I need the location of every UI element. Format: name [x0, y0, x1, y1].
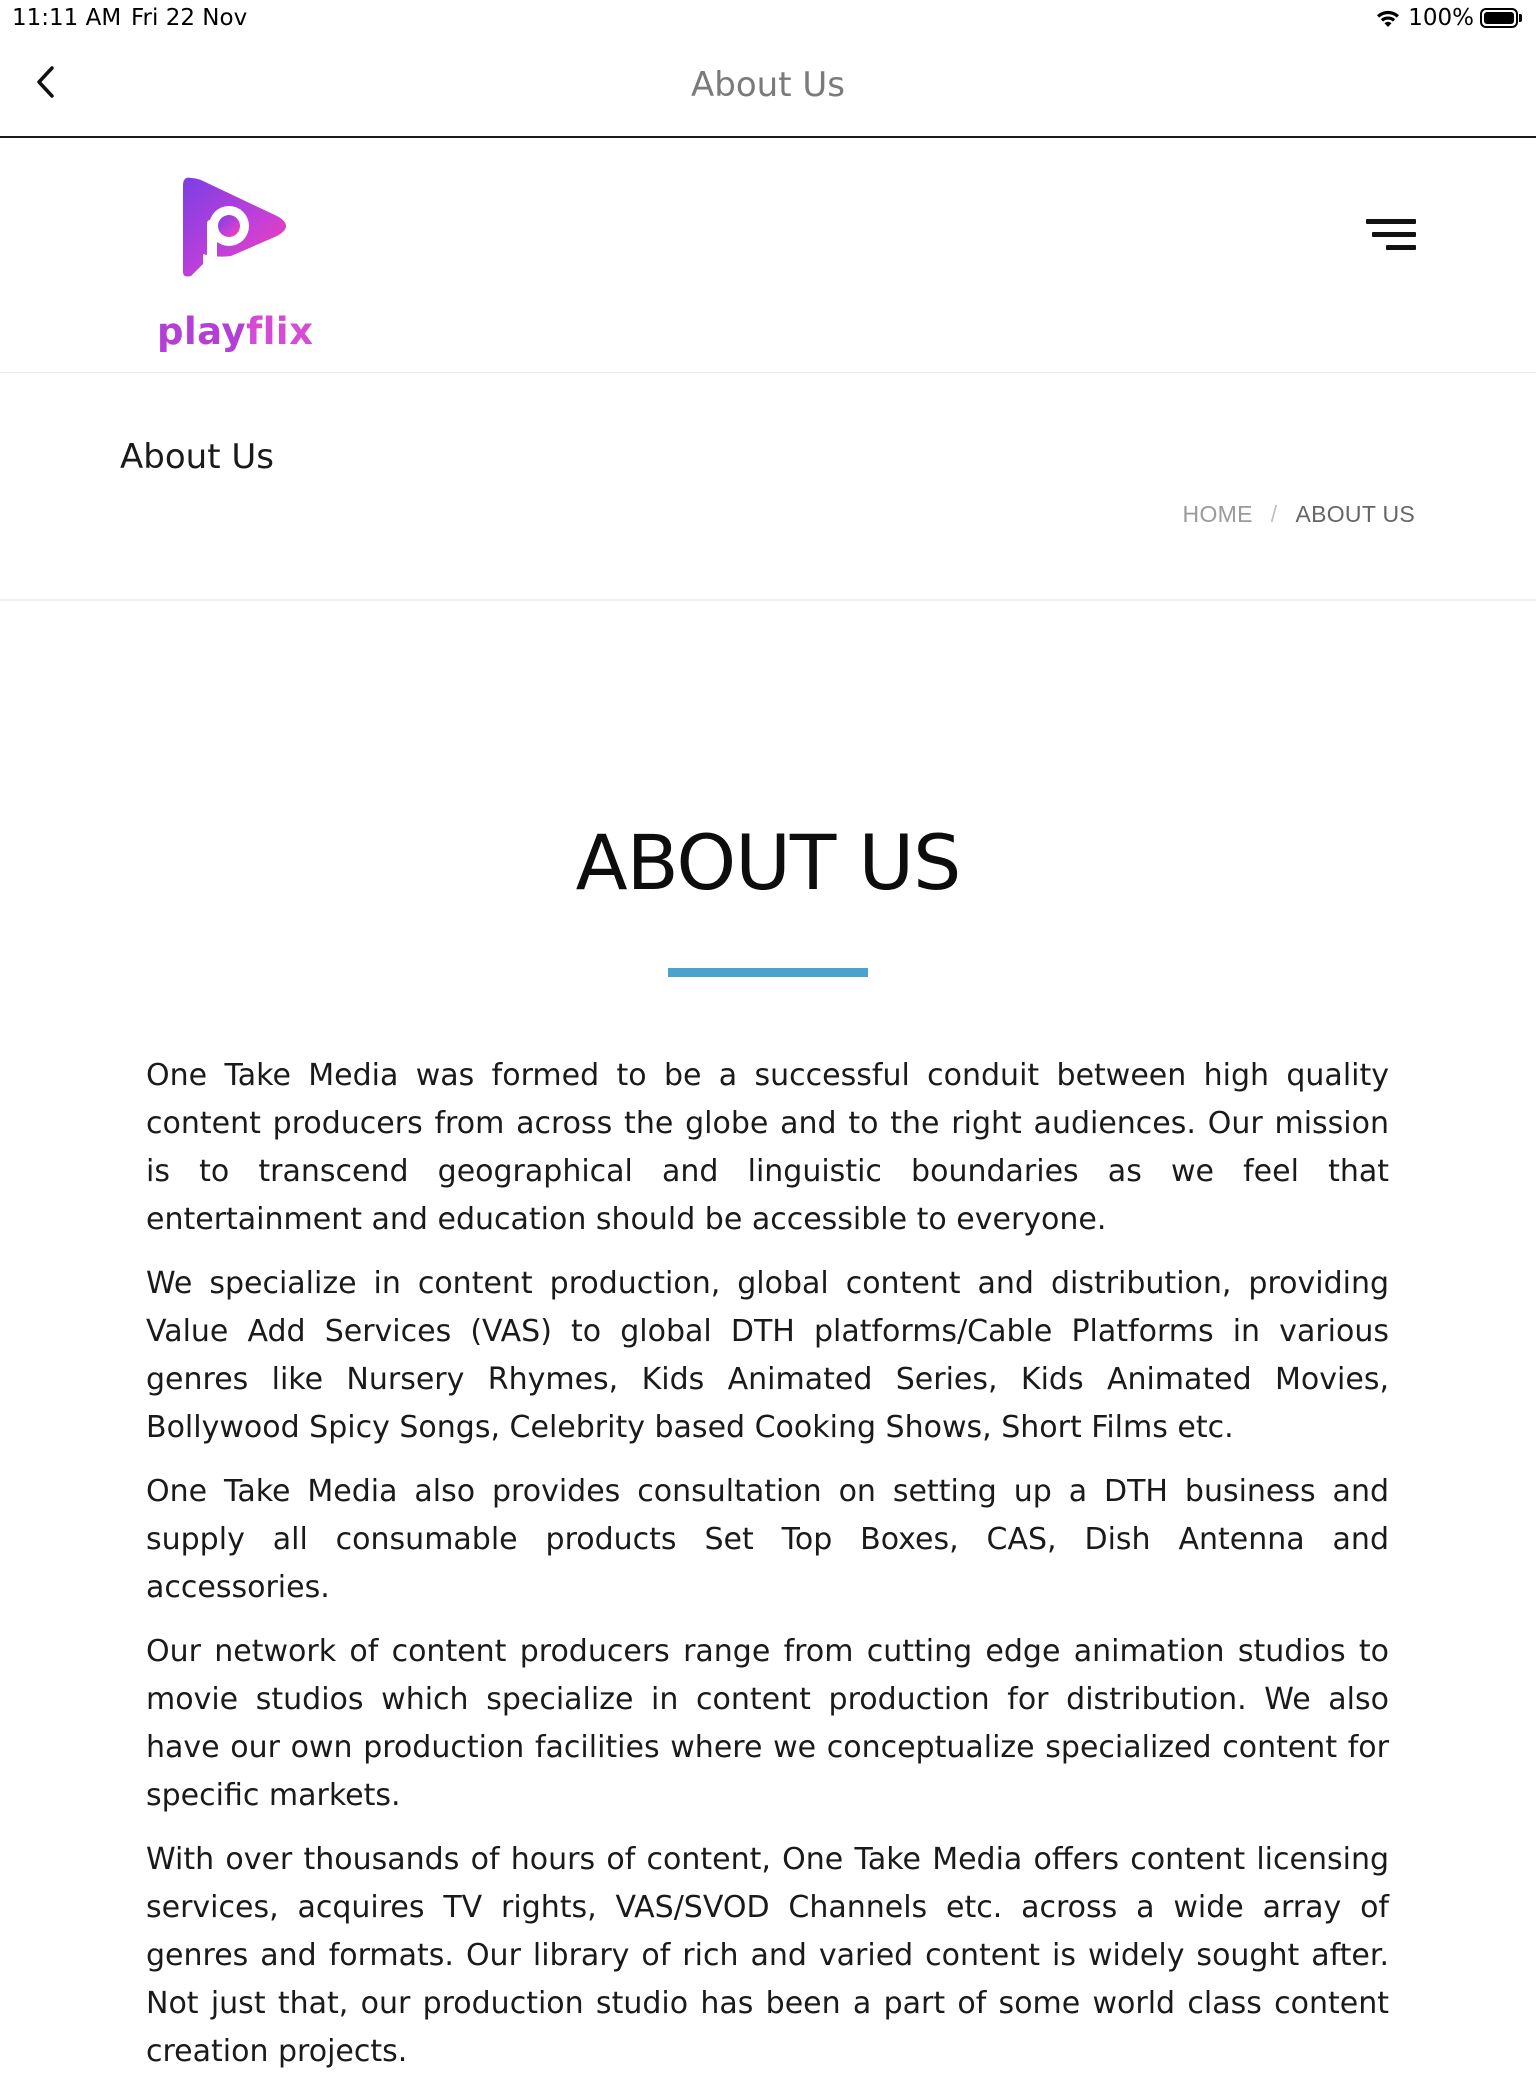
page-title: About Us [120, 437, 274, 477]
logo-text-play: play [157, 310, 247, 353]
about-paragraph: With over thousands of hours of content,… [146, 1842, 1389, 2069]
section-heading: ABOUT US [575, 818, 962, 907]
about-paragraph: We specialize in content production, glo… [146, 1266, 1389, 1445]
playflix-logo[interactable]: playflix [155, 174, 325, 353]
battery-percent: 100% [1408, 5, 1474, 31]
logo-text-flix: flix [246, 310, 314, 353]
about-content: One Take Media was formed to be a succes… [146, 1052, 1389, 2092]
site-header: playflix [0, 138, 1536, 373]
about-paragraph: One Take Media also provides consultatio… [146, 1474, 1389, 1605]
logo-text: playflix [157, 310, 313, 353]
breadcrumb-separator: / [1270, 501, 1278, 527]
about-paragraph: One Take Media was formed to be a succes… [146, 1058, 1389, 1237]
status-bar: 11:11 AM Fri 22 Nov 100% [0, 0, 1536, 40]
hamburger-menu-button[interactable] [1366, 213, 1416, 253]
page-title-bar: About Us HOME / ABOUT US [0, 373, 1536, 601]
status-time: 11:11 AM [12, 5, 122, 31]
play-logo-icon [183, 177, 286, 277]
nav-bar: About Us [0, 40, 1536, 138]
about-paragraph: Our network of content producers range f… [146, 1634, 1389, 1813]
breadcrumb: HOME / ABOUT US [1183, 501, 1415, 528]
heading-underline [668, 968, 868, 977]
status-date: Fri 22 Nov [131, 5, 248, 31]
breadcrumb-current: ABOUT US [1295, 501, 1415, 527]
nav-title: About Us [691, 65, 845, 105]
breadcrumb-home-link[interactable]: HOME [1183, 501, 1253, 528]
battery-icon [1480, 7, 1524, 29]
wifi-icon [1377, 10, 1400, 27]
status-right: 100% [1374, 5, 1524, 31]
